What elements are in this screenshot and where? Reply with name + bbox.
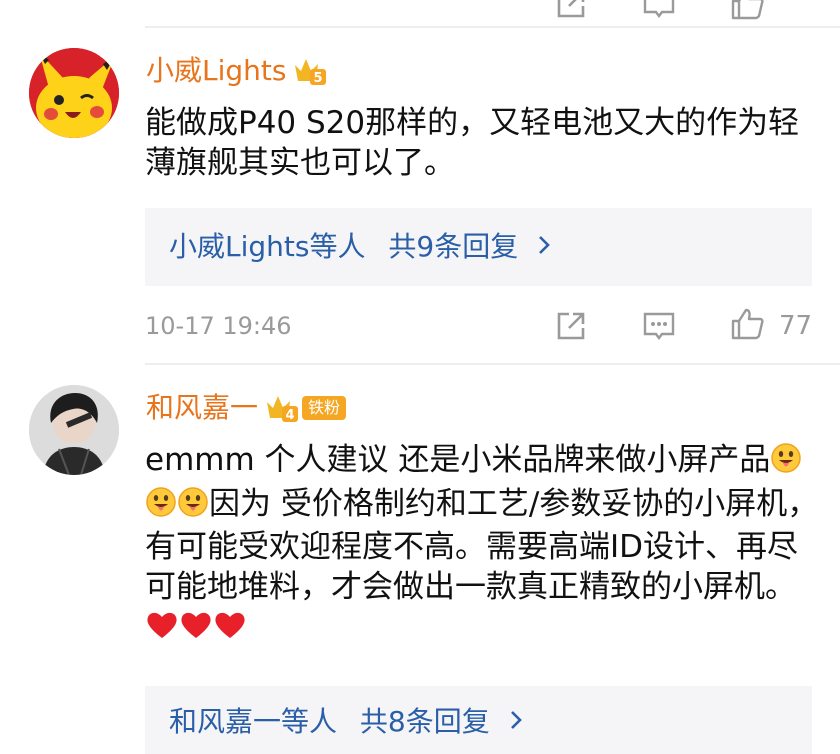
share-icon[interactable] [553, 308, 589, 344]
comment-icon[interactable] [641, 308, 677, 344]
svg-text:5: 5 [314, 71, 323, 86]
tongue-out-emoji [177, 486, 209, 529]
timestamp: 10-17 19:46 [145, 312, 292, 340]
username[interactable]: 和风嘉一 4 铁粉 [146, 391, 347, 425]
comment-text-part: 因为 受价格制约和工艺/参数妥协的小屏机，有可能受欢迎程度不高。需要高端ID设计… [145, 485, 819, 605]
thumbs-up-icon[interactable] [729, 0, 765, 22]
fan-badge: 铁粉 [302, 396, 347, 420]
crown-level-badge-icon: 4 [267, 396, 299, 423]
reply-users[interactable]: 小威Lights等人 [169, 230, 365, 263]
svg-text:4: 4 [285, 408, 294, 423]
like-count: 77 [779, 311, 813, 341]
red-heart-emoji [179, 610, 213, 651]
username-text[interactable]: 和风嘉一 [146, 391, 258, 425]
reply-users[interactable]: 和风嘉一等人 [169, 705, 337, 738]
comment-text: emmm 个人建议 还是小米品牌来做小屏产品因为 受价格制约和工艺/参数妥协的小… [145, 441, 820, 651]
tongue-out-emoji [145, 486, 177, 529]
person-avatar-icon [29, 385, 119, 475]
chevron-right-icon [510, 711, 522, 729]
red-heart-emoji [145, 610, 179, 651]
pikachu-avatar-icon [29, 48, 119, 138]
thumbs-up-icon[interactable] [729, 306, 765, 342]
reply-count[interactable]: 共9条回复 [388, 230, 518, 263]
comment-divider [145, 26, 840, 28]
reply-summary-box[interactable]: 小威Lights等人 共9条回复 [145, 208, 812, 286]
avatar[interactable] [29, 48, 119, 138]
comment-icon[interactable] [641, 0, 677, 22]
chevron-right-icon [539, 236, 550, 254]
share-icon[interactable] [553, 0, 589, 22]
username-text[interactable]: 小威Lights [146, 54, 286, 88]
comment-text-part: emmm 个人建议 还是小米品牌来做小屏产品 [145, 442, 771, 478]
crown-level-badge-icon: 5 [295, 59, 327, 86]
username[interactable]: 小威Lights 5 [146, 54, 328, 88]
reply-summary-box[interactable]: 和风嘉一等人 共8条回复 [145, 686, 812, 754]
comment-divider [145, 363, 840, 365]
comment-text: 能做成P40 S20那样的，又轻电池又大的作为轻薄旗舰其实也可以了。 [145, 105, 800, 181]
tongue-out-emoji [770, 442, 802, 485]
avatar[interactable] [29, 385, 119, 475]
red-heart-emoji [213, 610, 247, 651]
reply-count[interactable]: 共8条回复 [360, 705, 490, 738]
